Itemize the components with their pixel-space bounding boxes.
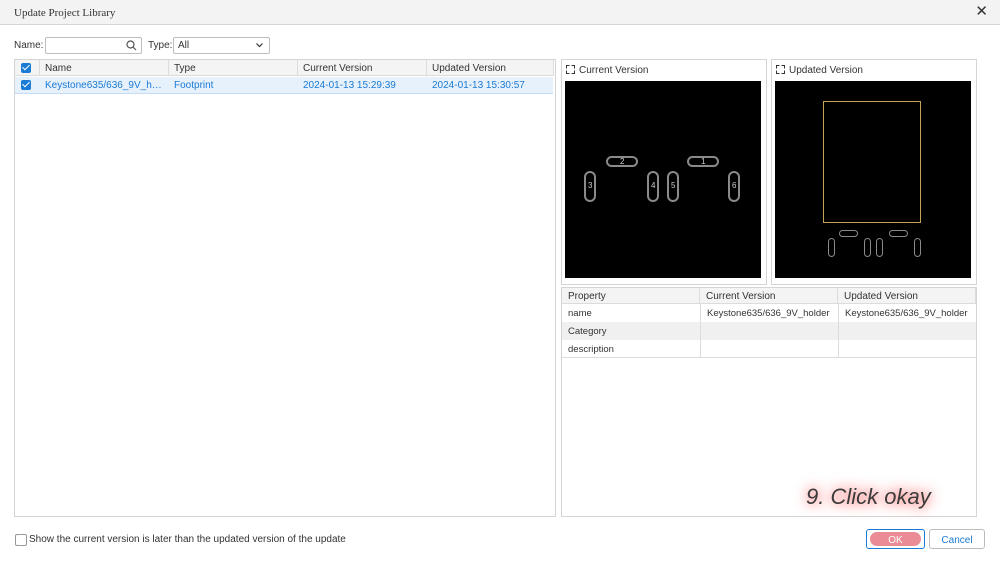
dialog-titlebar: Update Project Library ✕ [0, 0, 1000, 25]
property-cell: Category [568, 326, 607, 337]
property-updated-cell [838, 322, 976, 340]
expand-icon[interactable] [566, 65, 575, 74]
type-label: Type: [148, 40, 173, 51]
type-select-value: All [178, 40, 190, 51]
current-version-title: Current Version [579, 65, 649, 76]
property-updated-cell [838, 340, 976, 358]
row-name: Keystone635/636_9V_ho... [45, 80, 165, 91]
footprint-outline [823, 101, 921, 223]
expand-icon[interactable] [776, 65, 785, 74]
column-header-current-version[interactable]: Current Version [298, 60, 427, 76]
select-all-header [15, 60, 40, 76]
property-current-header: Current Version [700, 288, 838, 304]
footprint-pad [914, 238, 921, 257]
footprint-pad: 3 [584, 171, 596, 202]
current-version-preview: Current Version 2 1 3 4 5 6 [561, 59, 767, 285]
footprint-pad: 5 [667, 171, 679, 202]
tutorial-annotation: 9. Click okay [806, 484, 931, 509]
property-cell: description [562, 340, 700, 358]
property-current-cell: Keystone635/636_9V_holder [700, 304, 838, 322]
close-icon[interactable]: ✕ [975, 4, 988, 19]
name-search-input[interactable] [45, 37, 142, 54]
footprint-pad: 4 [647, 171, 659, 202]
chevron-down-icon [256, 43, 263, 48]
row-type: Footprint [174, 80, 214, 91]
cancel-button-label: Cancel [941, 535, 973, 546]
ok-button-label: OK [888, 535, 903, 546]
column-header-name[interactable]: Name [40, 60, 169, 76]
column-header-type[interactable]: Type [169, 60, 298, 76]
property-cell: name [568, 308, 592, 319]
row-checkbox[interactable] [21, 80, 31, 90]
property-table: Property Current Version Updated Version… [561, 287, 977, 517]
column-header-updated-version[interactable]: Updated Version [427, 60, 554, 76]
current-footprint-canvas: 2 1 3 4 5 6 [565, 81, 761, 278]
footprint-pad: 2 [606, 156, 638, 167]
ok-button[interactable]: OK [866, 529, 925, 549]
name-label: Name: [14, 40, 44, 51]
footprint-pad: 6 [728, 171, 740, 202]
footprint-pad [889, 230, 908, 237]
property-updated-cell: Keystone635/636_9V_holder [838, 304, 976, 322]
row-current-version: 2024-01-13 15:29:39 [303, 80, 396, 91]
show-later-version-checkbox[interactable] [15, 534, 27, 546]
type-select[interactable]: All [173, 37, 270, 54]
footprint-pad [876, 238, 883, 257]
property-current-cell [700, 340, 838, 358]
show-later-version-label: Show the current version is later than t… [29, 534, 346, 545]
updated-version-preview: Updated Version [771, 59, 977, 285]
row-updated-version: 2024-01-13 15:30:57 [432, 80, 525, 91]
cancel-button[interactable]: Cancel [929, 529, 985, 549]
footprint-pad: 1 [687, 156, 719, 167]
property-header: Property [562, 288, 700, 304]
select-all-checkbox[interactable] [21, 63, 31, 73]
library-table: Name Type Current Version Updated Versio… [14, 59, 556, 517]
property-current-cell [700, 322, 838, 340]
footprint-pad [828, 238, 835, 257]
table-row[interactable]: Keystone635/636_9V_ho... Footprint 2024-… [15, 77, 553, 94]
footprint-pad [839, 230, 858, 237]
property-updated-header: Updated Version [838, 288, 976, 304]
updated-version-title: Updated Version [789, 65, 863, 76]
footprint-pad [864, 238, 871, 257]
search-icon[interactable] [126, 40, 137, 51]
dialog-title: Update Project Library [14, 7, 116, 19]
updated-footprint-canvas [775, 81, 971, 278]
